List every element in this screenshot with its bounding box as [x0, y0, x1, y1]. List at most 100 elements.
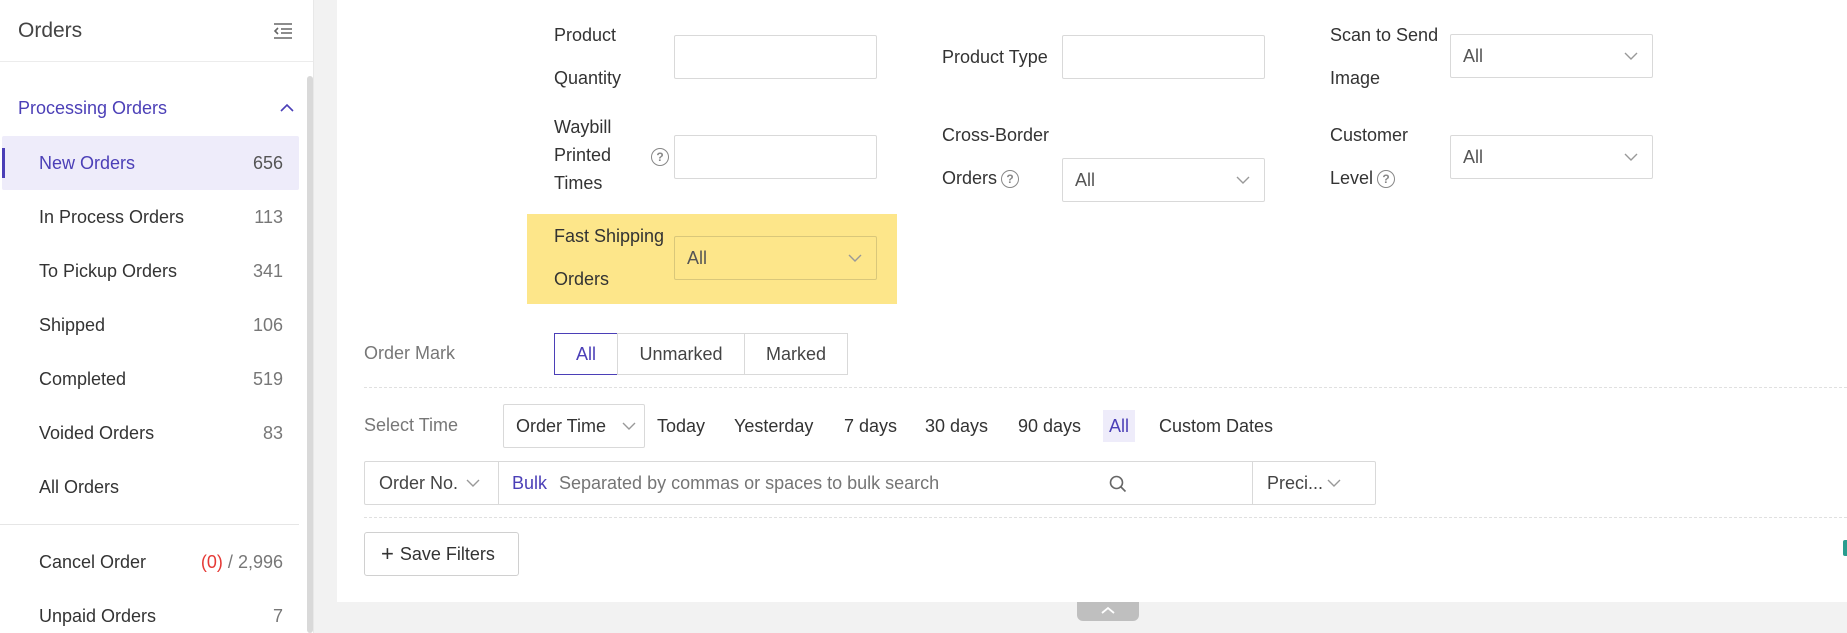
select-value: Order Time [516, 415, 607, 436]
sidebar-item-label: Voided Orders [39, 422, 155, 443]
customer-level-label: Customer Level? [1330, 121, 1408, 192]
sidebar-item-label: Unpaid Orders [39, 605, 157, 626]
floating-widget-edge[interactable] [1843, 540, 1847, 556]
scan-to-send-image-select[interactable]: All [1450, 34, 1653, 78]
label-line: Orders [554, 269, 610, 289]
select-value: All [687, 247, 708, 268]
help-icon[interactable]: ? [651, 148, 669, 166]
sidebar-item-cancel-order[interactable]: Cancel Order (0) / 2,996 [0, 535, 313, 589]
label-line: Scan to Send [1330, 25, 1439, 45]
help-icon[interactable]: ? [1377, 170, 1396, 189]
fast-shipping-orders-label: Fast Shipping Orders [554, 222, 664, 293]
sidebar: Orders Processing Orders New Orders 656 … [0, 0, 314, 633]
plus-icon: + [381, 541, 394, 566]
chevron-down-icon [1624, 153, 1638, 161]
time-option-30-days[interactable]: 30 days [925, 410, 988, 442]
help-icon[interactable]: ? [1001, 170, 1020, 189]
select-time-label: Select Time [364, 415, 459, 435]
chevron-down-icon [1624, 52, 1638, 60]
cross-border-orders-label: Cross-Border Orders? [942, 121, 1049, 192]
label-line: Waybill [554, 117, 612, 137]
label-line: Level [1330, 168, 1374, 188]
sidebar-item-in-process-orders[interactable]: In Process Orders 113 [0, 190, 313, 244]
sidebar-item-shipped[interactable]: Shipped 106 [0, 298, 313, 352]
sidebar-item-unpaid-orders[interactable]: Unpaid Orders 7 [0, 589, 313, 633]
collapse-menu-icon[interactable] [271, 19, 295, 43]
dashed-divider [364, 387, 1847, 388]
time-type-select[interactable]: Order Time [503, 404, 645, 448]
product-quantity-input[interactable] [674, 35, 877, 79]
order-mark-marked[interactable]: Marked [744, 333, 848, 375]
time-option-7-days[interactable]: 7 days [844, 410, 897, 442]
sidebar-item-label: Cancel Order [39, 551, 147, 572]
chevron-down-icon [1327, 479, 1341, 487]
sidebar-item-count: 7 [272, 605, 283, 626]
search-icon[interactable] [1109, 475, 1127, 493]
order-mark-all[interactable]: All [554, 333, 618, 375]
waybill-printed-times-input[interactable] [674, 135, 877, 179]
sidebar-item-label: To Pickup Orders [39, 260, 178, 281]
label-line: Product [554, 25, 617, 45]
sidebar-item-to-pickup-orders[interactable]: To Pickup Orders 341 [0, 244, 313, 298]
sidebar-group-label: Processing Orders [18, 97, 168, 118]
sidebar-item-label: All Orders [39, 476, 120, 497]
fast-shipping-orders-select[interactable]: All [674, 236, 877, 280]
select-value: Order No. [379, 472, 459, 493]
chevron-up-icon [1101, 606, 1115, 614]
sidebar-item-count: (0) / 2,996 [201, 552, 283, 573]
order-mark-unmarked[interactable]: Unmarked [617, 333, 745, 375]
sidebar-item-all-orders[interactable]: All Orders [0, 460, 313, 514]
sidebar-item-voided-orders[interactable]: Voided Orders 83 [0, 406, 313, 460]
select-value: Preci... [1267, 472, 1324, 493]
save-filters-button[interactable]: + Save Filters [364, 532, 519, 576]
count-separator: / [227, 551, 233, 572]
match-mode-select[interactable]: Preci... [1252, 462, 1376, 504]
customer-level-select[interactable]: All [1450, 135, 1653, 179]
label-line: Customer [1330, 125, 1409, 145]
label-line: Times [554, 173, 603, 193]
sidebar-item-label: In Process Orders [39, 206, 185, 227]
order-mark-label: Order Mark [364, 343, 456, 363]
sidebar-item-count: 341 [252, 260, 283, 281]
time-option-all[interactable]: All [1103, 410, 1136, 442]
sidebar-item-count: 519 [252, 368, 283, 389]
collapse-panel-tab[interactable] [1077, 602, 1139, 621]
bulk-button[interactable]: Bulk [512, 462, 547, 504]
sidebar-item-new-orders[interactable]: New Orders 656 [2, 136, 299, 190]
select-value: All [1075, 169, 1096, 190]
time-option-90-days[interactable]: 90 days [1018, 410, 1081, 442]
product-type-input[interactable] [1062, 35, 1265, 79]
time-option-custom-dates[interactable]: Custom Dates [1159, 410, 1273, 442]
sidebar-item-label: New Orders [39, 152, 136, 173]
search-field-select[interactable]: Order No. [365, 462, 499, 504]
sidebar-item-count: 83 [262, 422, 283, 443]
chevron-down-icon [848, 254, 862, 262]
dashed-divider [364, 517, 1847, 518]
sidebar-item-label: Completed [39, 368, 127, 389]
search-bar: Order No. Bulk Preci... [364, 461, 1376, 505]
cross-border-orders-select[interactable]: All [1062, 158, 1265, 202]
sidebar-item-label: Shipped [39, 314, 106, 335]
sidebar-header: Orders [0, 0, 313, 62]
search-input[interactable] [559, 462, 1099, 504]
sidebar-item-count: 106 [252, 314, 283, 335]
chevron-down-icon [466, 479, 480, 487]
filter-panel: Product Quantity Product Type Scan to Se… [337, 0, 1847, 602]
label-line: Quantity [554, 68, 622, 88]
label-line: Fast Shipping [554, 226, 665, 246]
select-value: All [1463, 45, 1484, 66]
sidebar-group-processing-orders[interactable]: Processing Orders [0, 80, 313, 136]
cancel-total-count: 2,996 [237, 551, 283, 572]
chevron-down-icon [1236, 176, 1250, 184]
sidebar-item-completed[interactable]: Completed 519 [0, 352, 313, 406]
label-line: Cross-Border [942, 125, 1050, 145]
save-filters-label: Save Filters [399, 543, 495, 564]
waybill-printed-times-label: Waybill Printed Times [554, 113, 611, 197]
sidebar-item-count: 656 [252, 152, 283, 173]
time-option-today[interactable]: Today [657, 410, 705, 442]
chevron-down-icon [622, 422, 636, 430]
label-line: Printed [554, 145, 612, 165]
time-option-yesterday[interactable]: Yesterday [734, 410, 813, 442]
chevron-up-icon [280, 103, 294, 112]
sidebar-item-count: 113 [254, 206, 283, 227]
